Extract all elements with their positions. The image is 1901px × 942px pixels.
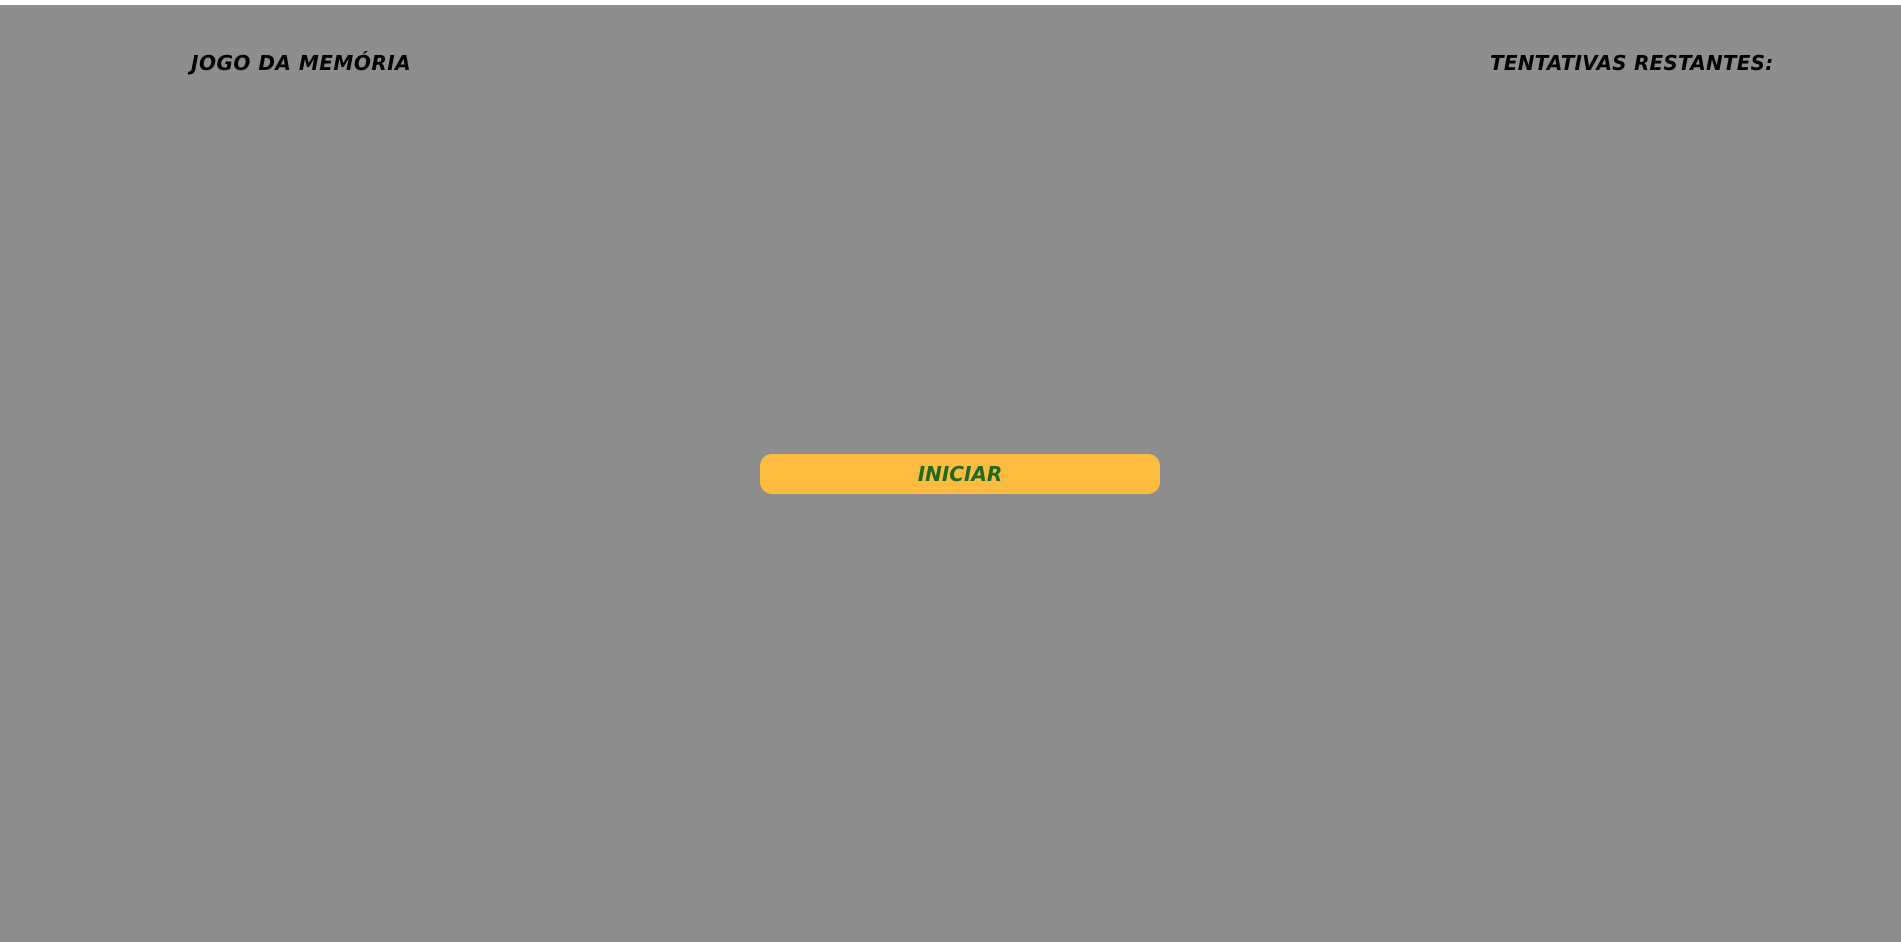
start-button[interactable]: INICIAR xyxy=(760,454,1160,494)
game-stage: JOGO DA MEMÓRIA TENTATIVAS RESTANTES: IN… xyxy=(0,5,1901,942)
game-title: JOGO DA MEMÓRIA xyxy=(191,51,412,75)
attempts-label: TENTATIVAS RESTANTES: xyxy=(1490,51,1774,75)
attempts-counter: TENTATIVAS RESTANTES: xyxy=(1490,49,1779,77)
